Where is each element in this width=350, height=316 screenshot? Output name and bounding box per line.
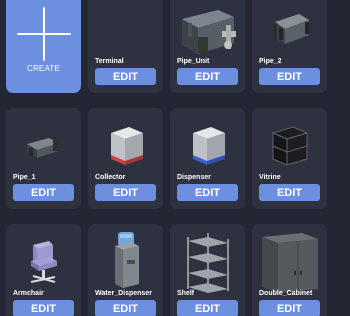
asset-card-pipe-2: Pipe_2 EDIT [252, 0, 327, 93]
create-button[interactable]: CREATE [6, 0, 81, 93]
water-dispenser-icon [88, 232, 163, 292]
edit-button[interactable]: EDIT [259, 300, 320, 316]
shelf-icon [170, 232, 245, 293]
asset-card-double-cabinet: Double_Cabinet EDIT [252, 224, 327, 316]
asset-name: Double_Cabinet [259, 290, 313, 297]
asset-card-shelf: Shelf EDIT [170, 224, 245, 316]
asset-name: Vitrine [259, 174, 281, 181]
asset-name: Dispenser [177, 174, 211, 181]
edit-button[interactable]: EDIT [13, 184, 74, 201]
edit-button[interactable]: EDIT [177, 300, 238, 316]
asset-card-collector: Collector EDIT [88, 108, 163, 209]
asset-card-pipe-1: Pipe_1 EDIT [6, 108, 81, 209]
asset-name: Pipe_Unit [177, 58, 210, 65]
asset-library: CREATE Terminal EDIT Pipe_Unit EDIT Pipe… [0, 0, 350, 316]
edit-button[interactable]: EDIT [95, 184, 156, 201]
asset-card-water-dispenser: Water_Dispenser EDIT [88, 224, 163, 316]
asset-name: Pipe_2 [259, 58, 282, 65]
collector-icon [88, 116, 163, 176]
edit-button[interactable]: EDIT [13, 300, 74, 316]
asset-card-terminal: Terminal EDIT [88, 0, 163, 93]
asset-name: Collector [95, 174, 126, 181]
dispenser-icon [170, 116, 245, 176]
asset-grid: CREATE Terminal EDIT Pipe_Unit EDIT Pipe… [6, 0, 327, 316]
create-label: CREATE [26, 64, 61, 73]
asset-name: Shelf [177, 290, 195, 297]
edit-button[interactable]: EDIT [177, 68, 238, 85]
plus-icon [16, 7, 71, 61]
pipe-2-icon [252, 0, 327, 60]
pipe-unit-icon [170, 0, 245, 60]
asset-card-pipe-unit: Pipe_Unit EDIT [170, 0, 245, 93]
double-cabinet-icon [252, 232, 327, 293]
vitrine-icon [252, 116, 327, 176]
asset-card-vitrine: Vitrine EDIT [252, 108, 327, 209]
edit-button[interactable]: EDIT [177, 184, 238, 201]
asset-card-dispenser: Dispenser EDIT [170, 108, 245, 209]
asset-name: Armchair [13, 290, 44, 297]
asset-card-armchair: Armchair EDIT [6, 224, 81, 316]
asset-name: Water_Dispenser [95, 290, 152, 297]
edit-button[interactable]: EDIT [259, 68, 320, 85]
pipe-1-icon [6, 116, 81, 176]
edit-button[interactable]: EDIT [95, 68, 156, 85]
edit-button[interactable]: EDIT [259, 184, 320, 201]
armchair-icon [6, 232, 81, 292]
asset-name: Pipe_1 [13, 174, 36, 181]
terminal-icon [88, 0, 163, 60]
asset-name: Terminal [95, 58, 124, 65]
edit-button[interactable]: EDIT [95, 300, 156, 316]
